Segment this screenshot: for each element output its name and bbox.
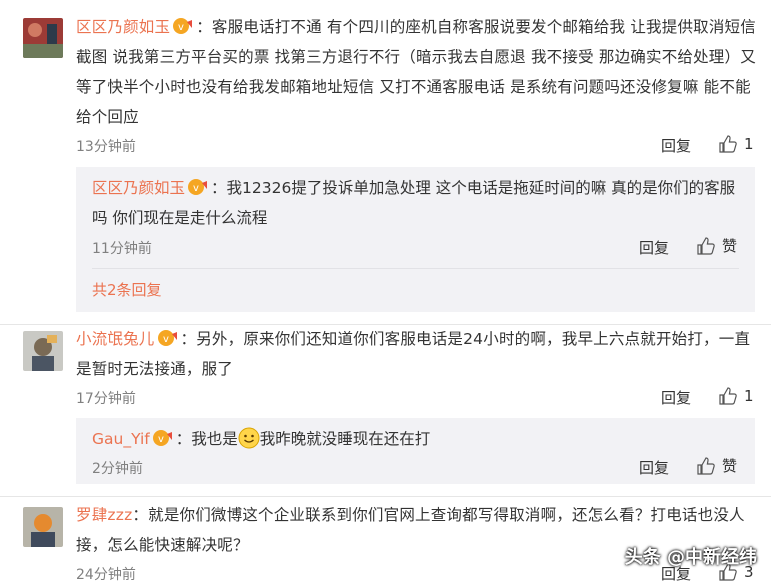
avatar[interactable] [23, 331, 63, 371]
comment-time: 13分钟前 [76, 139, 136, 155]
reply-time: 11分钟前 [92, 241, 152, 257]
reply-box: 区区乃颜如玉 v ：我12326提了投诉单加急处理 这个电话是拖延时间的嘛 真的是你… [76, 167, 755, 312]
like-label: 赞 [722, 237, 738, 255]
watermark: 头条 @中新经纬 [624, 547, 757, 568]
thumb-up-icon [696, 456, 716, 476]
reply-box: Gau_Yif v ：我也是 我昨晚就没睡现在还在打 2分钟前 回复 赞 [76, 418, 755, 484]
username-link[interactable]: 小流氓兔儿 [76, 330, 155, 348]
reply-body-cont: 我昨晚就没睡现在还在打 [259, 430, 431, 448]
avatar[interactable] [23, 18, 63, 58]
like-button[interactable]: 1 [718, 134, 754, 154]
vip-badge-icon: v [152, 427, 174, 446]
reply-text: 区区乃颜如玉 v ：我12326提了投诉单加急处理 这个电话是拖延时间的嘛 真的是你… [92, 173, 742, 233]
reply-username-link[interactable]: 区区乃颜如玉 [92, 179, 185, 197]
reply-reply-button[interactable]: 回复 [639, 457, 669, 478]
more-replies-link[interactable]: 共2条回复 [92, 279, 162, 300]
svg-text:v: v [178, 22, 184, 33]
avatar[interactable] [23, 507, 63, 547]
like-count: 1 [744, 387, 754, 405]
reply-like-button[interactable]: 赞 [696, 455, 737, 476]
username-link[interactable]: 区区乃颜如玉 [76, 18, 170, 36]
reply-text: Gau_Yif v ：我也是 我昨晚就没睡现在还在打 [92, 424, 742, 454]
comment-text: 小流氓兔儿 v ：另外，原来你们还知道你们客服电话是24小时的啊，我早上六点就开始打… [76, 324, 756, 384]
comment-time: 17分钟前 [76, 391, 136, 407]
comment-time: 24分钟前 [76, 567, 136, 583]
vip-badge-icon: v [172, 15, 194, 34]
reply-time: 2分钟前 [92, 461, 143, 477]
thumb-up-icon [718, 386, 738, 406]
username-link[interactable]: 罗肆zzz [76, 506, 132, 524]
reply-like-button[interactable]: 赞 [696, 235, 737, 256]
svg-text:v: v [193, 183, 199, 194]
divider [0, 496, 771, 497]
smile-emoji-icon [238, 427, 260, 449]
like-button[interactable]: 1 [718, 386, 754, 406]
svg-text:v: v [158, 434, 164, 445]
reply-username-link[interactable]: Gau_Yif [92, 430, 150, 448]
thumb-up-icon [718, 134, 738, 154]
thumb-up-icon [696, 236, 716, 256]
svg-text:v: v [162, 334, 168, 345]
reply-button[interactable]: 回复 [661, 387, 691, 408]
comment-text: 区区乃颜如玉 v ：客服电话打不通 有个四川的座机自称客服说要发个邮箱给我 让我提供… [76, 12, 756, 132]
divider [92, 268, 739, 269]
reply-button[interactable]: 回复 [661, 135, 691, 156]
like-count: 1 [744, 135, 754, 153]
vip-badge-icon: v [157, 327, 179, 346]
reply-reply-button[interactable]: 回复 [639, 237, 669, 258]
vip-badge-icon: v [187, 176, 209, 195]
like-label: 赞 [722, 457, 738, 475]
reply-body: ：我也是 [175, 430, 238, 448]
